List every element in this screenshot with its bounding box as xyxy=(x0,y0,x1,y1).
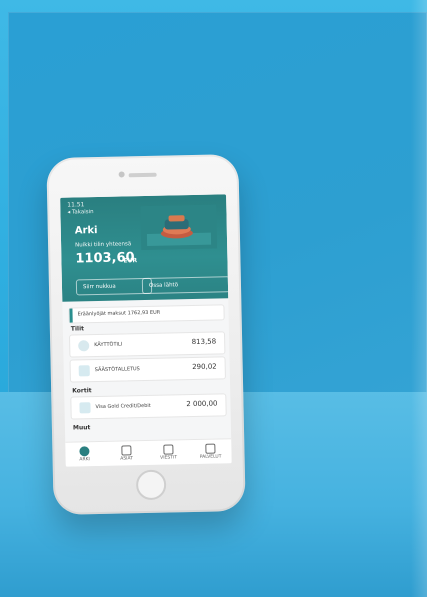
back-link[interactable]: ◂ Takaisin xyxy=(67,209,93,216)
card-row-label: Visa Gold Credit/Debit xyxy=(95,402,151,411)
home-icon xyxy=(79,446,90,457)
nav-item-arki[interactable]: ARKI xyxy=(65,446,103,465)
banner-text: Eräänlyöjät maksut 1762,93 EUR xyxy=(77,309,161,318)
account-icon xyxy=(78,340,90,352)
nav-item-viestit[interactable]: VIESTIT xyxy=(149,444,187,463)
section-cards-title: Kortit xyxy=(72,387,92,395)
nav-label: ARKI xyxy=(79,457,90,463)
card-row-value: 2 000,00 xyxy=(186,399,218,409)
section-other-title: Muut xyxy=(72,424,91,432)
account-currency: EUR xyxy=(123,257,138,265)
savings-icon xyxy=(78,365,90,377)
account-content: Eräänlyöjät maksut 1762,93 EUR Tilit KÄY… xyxy=(62,298,232,467)
front-camera xyxy=(118,171,125,178)
nav-label: VIESTIT xyxy=(160,455,178,461)
nav-label: ASIAT xyxy=(120,456,134,462)
status-time: 11.51 xyxy=(67,201,85,209)
account-subtitle: Nuikki tilin yhteensä xyxy=(75,241,132,249)
due-payments-banner[interactable]: Eräänlyöjät maksut 1762,93 EUR xyxy=(68,304,225,324)
hero-button-right[interactable]: Ossa lähtö xyxy=(141,276,231,295)
home-button[interactable] xyxy=(135,469,167,501)
mirror-edge xyxy=(411,0,427,597)
account-row[interactable]: SÄÄSTÖTALLETUS 290,02 xyxy=(69,356,226,383)
account-row-label: SÄÄSTÖTALLETUS xyxy=(94,366,140,374)
account-hero: 11.51 ◂ Takaisin Arki Nuikki tilin yhtee… xyxy=(60,194,231,302)
nav-item-asiat[interactable]: ASIAT xyxy=(107,445,145,464)
services-icon xyxy=(205,443,216,454)
nav-label: PALVELUT xyxy=(199,454,222,460)
phone-screen: 11.51 ◂ Takaisin Arki Nuikki tilin yhtee… xyxy=(60,194,232,467)
hero-illustration xyxy=(140,204,218,251)
smartphone: 11.51 ◂ Takaisin Arki Nuikki tilin yhtee… xyxy=(46,154,246,515)
bottom-navigation: ARKI ASIAT VIESTIT PALVELUT xyxy=(65,438,232,467)
scene: 11.51 ◂ Takaisin Arki Nuikki tilin yhtee… xyxy=(0,0,427,597)
account-title: Arki xyxy=(74,224,98,237)
nav-item-palvelut[interactable]: PALVELUT xyxy=(191,443,229,462)
earpiece-speaker xyxy=(128,172,157,178)
hero-button-left[interactable]: Siirr nukkua xyxy=(75,277,153,296)
banner-accent xyxy=(69,308,73,323)
list-icon xyxy=(121,445,132,456)
account-row-label: KÄYTTÖTILI xyxy=(94,341,123,349)
card-row[interactable]: Visa Gold Credit/Debit 2 000,00 xyxy=(70,393,227,420)
account-row[interactable]: KÄYTTÖTILI 813,58 xyxy=(68,331,226,358)
account-row-value: 290,02 xyxy=(192,362,217,372)
section-accounts-title: Tilit xyxy=(70,325,85,333)
account-row-value: 813,58 xyxy=(191,337,217,347)
message-icon xyxy=(163,444,174,455)
credit-card-icon xyxy=(79,402,91,414)
